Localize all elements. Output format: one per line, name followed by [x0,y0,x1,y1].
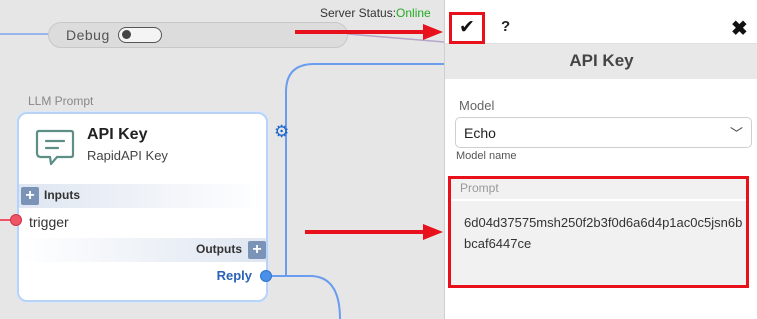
flow-canvas[interactable]: Server Status:Online Debug LLM Prompt AP… [0,0,444,319]
prompt-textarea[interactable]: 6d04d37575msh250f2b3f0d6a6d4p1ac0c5jsn6b… [451,201,746,285]
model-label: Model [459,98,495,113]
properties-panel: ✔ ? ✖ API Key Model Echo ﹀ Model name Pr… [444,0,757,319]
prompt-label-bar: Prompt [451,179,746,199]
check-icon: ✔ [459,17,475,38]
panel-toolbar: ✔ ? ✖ [445,4,757,44]
outputs-section: Outputs + [19,238,266,262]
annotation-arrow-bottom [305,224,443,240]
toggle-knob [122,30,131,39]
input-port-trigger-label: trigger [29,214,69,230]
debug-label: Debug [66,27,110,43]
model-help-text: Model name [456,150,517,162]
chat-icon [35,129,75,166]
model-select[interactable]: Echo ﹀ [455,117,752,148]
output-port-reply-label: Reply [216,268,252,283]
confirm-check-button[interactable]: ✔ [449,12,485,44]
add-output-icon[interactable]: + [248,241,266,259]
gear-icon[interactable]: ⚙ [274,122,289,142]
help-icon[interactable]: ? [501,18,510,35]
inputs-label: Inputs [44,188,80,202]
chevron-down-icon: ﹀ [729,126,743,141]
trigger-port[interactable] [10,214,22,226]
add-input-icon[interactable]: + [21,187,39,205]
node-name: API Key [87,126,148,143]
server-status-label: Server Status: [320,6,397,20]
debug-toggle[interactable] [118,27,162,43]
edge-reply-down [286,275,341,319]
node-category-label: LLM Prompt [28,94,94,108]
panel-title-bar: API Key [445,44,757,79]
prompt-value: 6d04d37575msh250f2b3f0d6a6d4p1ac0c5jsn6b… [464,215,743,251]
edge-reply-to-panel [268,63,444,277]
llm-prompt-node[interactable]: API Key RapidAPI Key + Inputs trigger Ou… [17,112,268,302]
reply-port[interactable] [260,270,272,282]
server-status-value: Online [396,6,431,20]
annotation-arrow-top [295,24,443,40]
panel-title: API Key [569,51,634,70]
server-status: Server Status:Online [320,6,431,20]
close-icon[interactable]: ✖ [731,16,748,41]
inputs-section: + Inputs [19,184,266,208]
prompt-field: Prompt 6d04d37575msh250f2b3f0d6a6d4p1ac0… [448,176,749,288]
node-subtitle: RapidAPI Key [87,148,168,163]
model-value: Echo [464,125,496,141]
outputs-label: Outputs [196,242,242,256]
prompt-label: Prompt [460,181,499,195]
